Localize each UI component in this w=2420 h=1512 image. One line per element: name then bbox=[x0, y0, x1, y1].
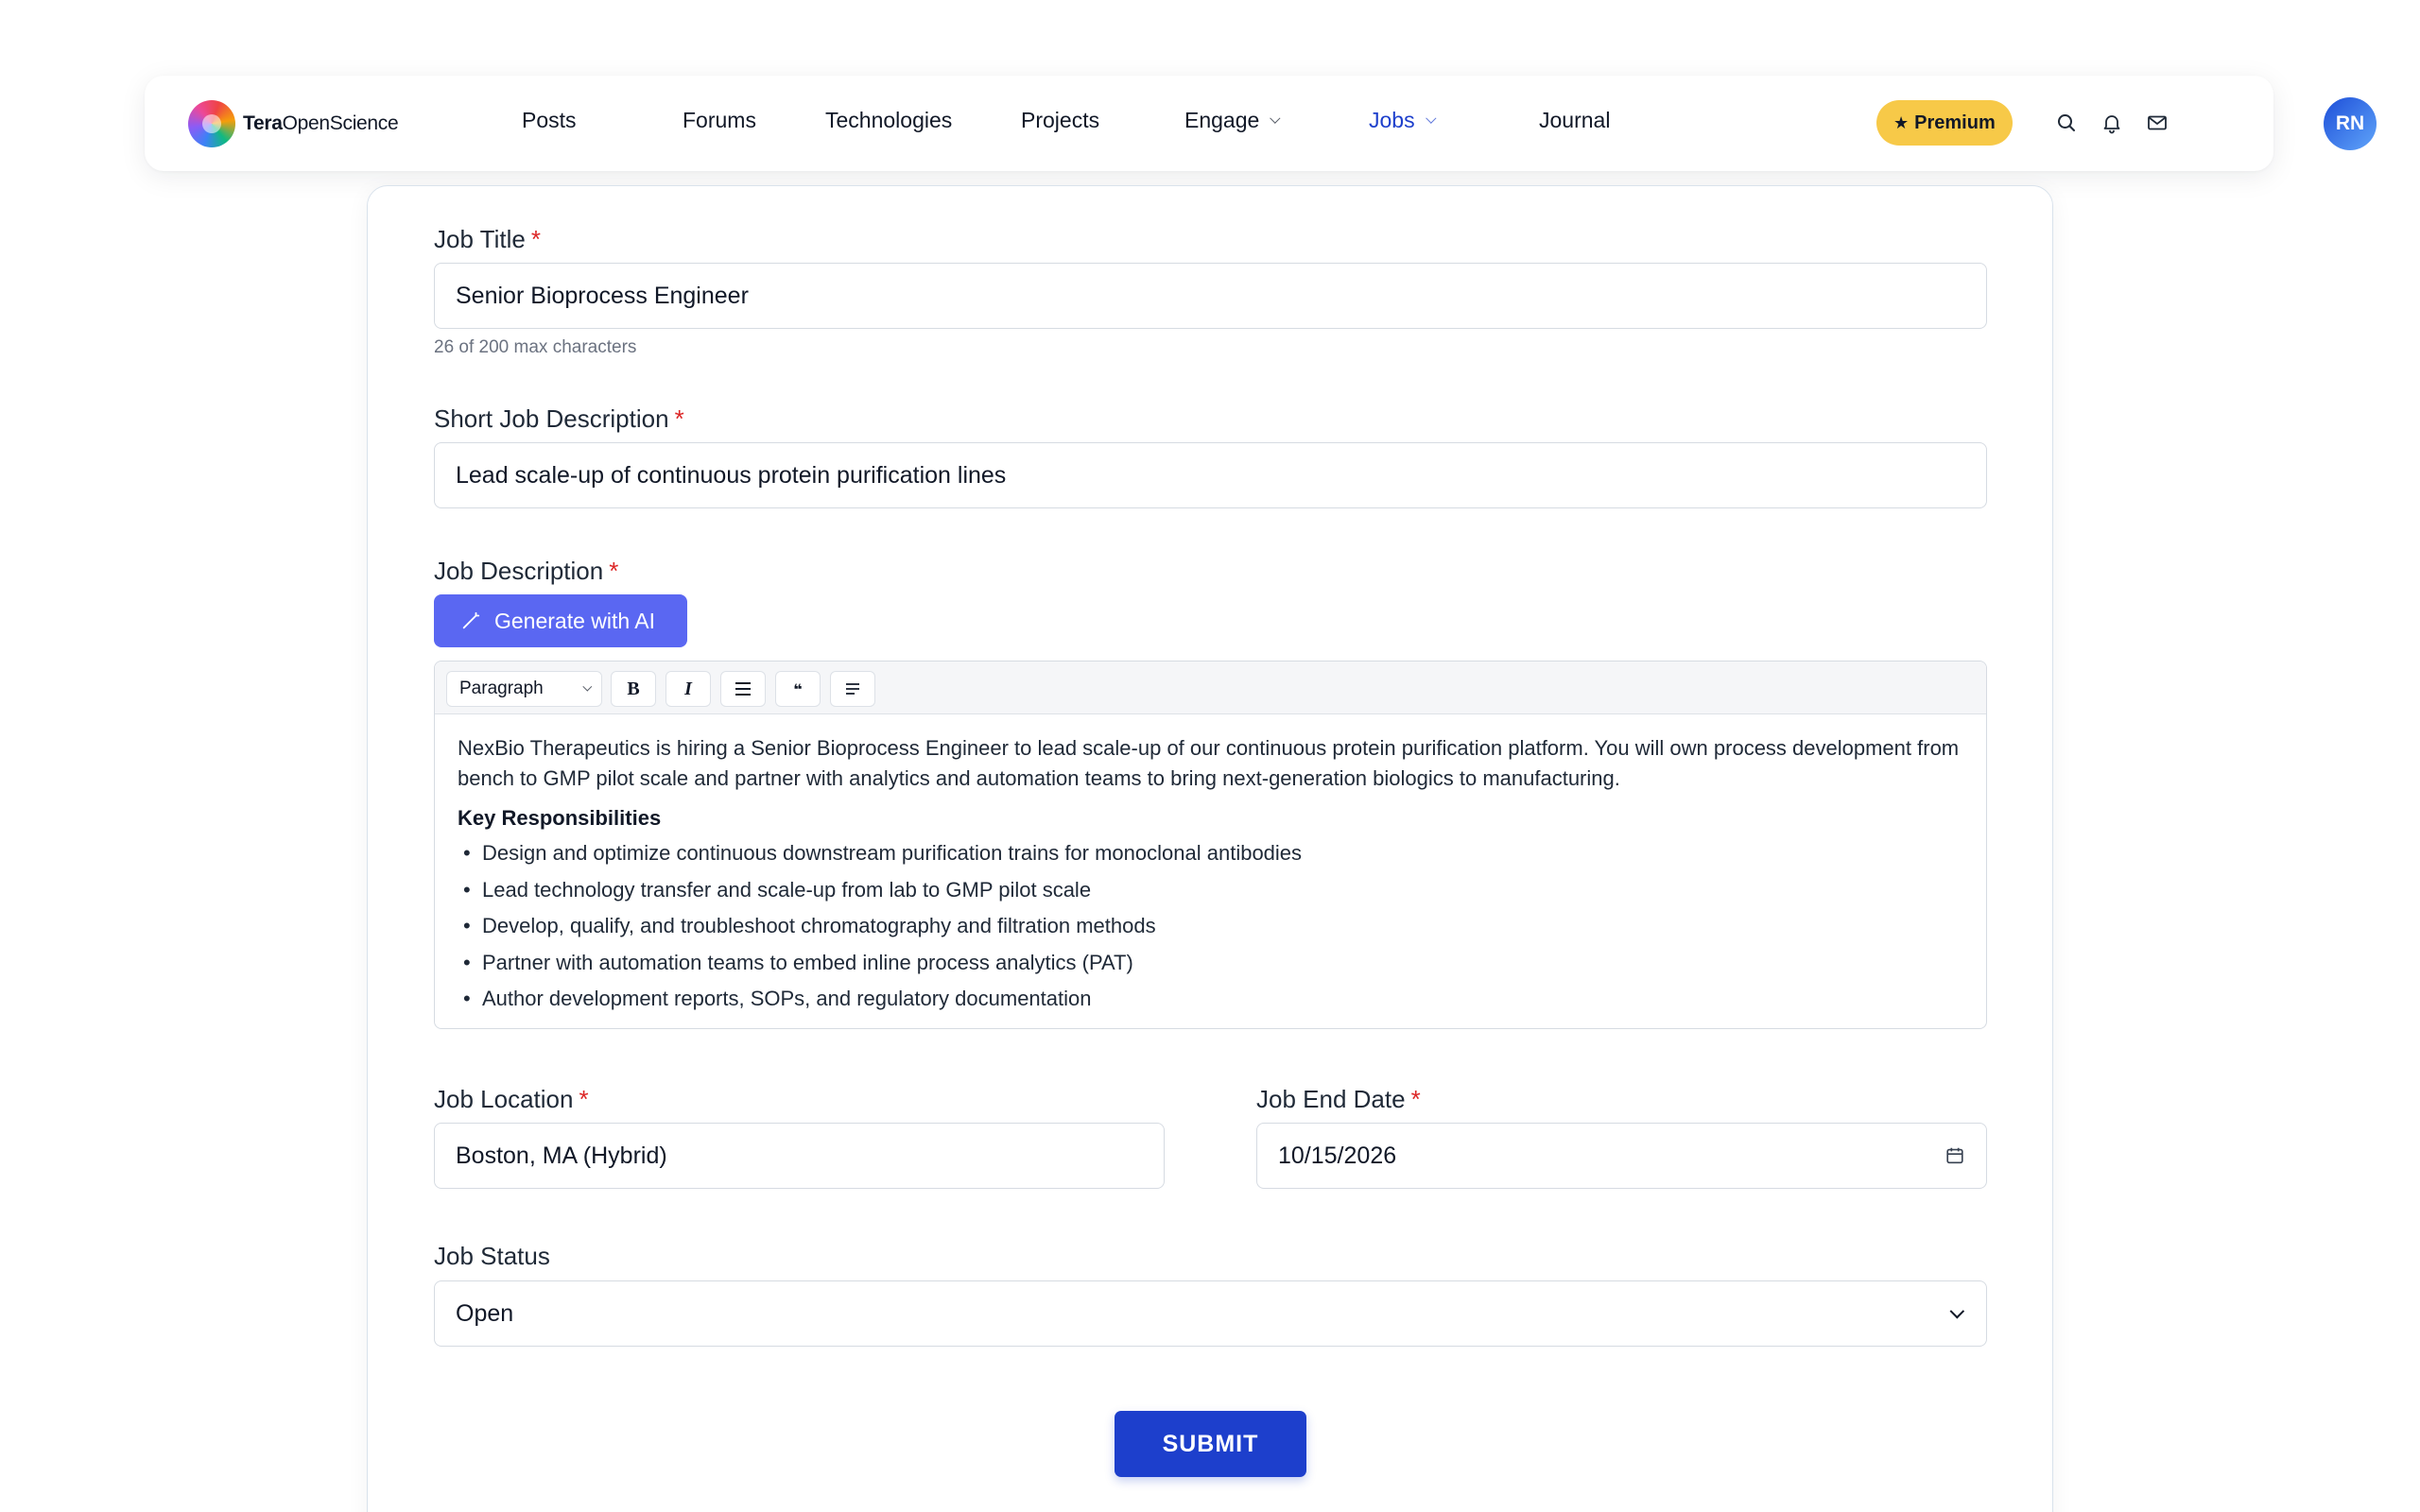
chevron-down-icon bbox=[1949, 1303, 1965, 1318]
nav-projects[interactable]: Projects bbox=[1021, 108, 1099, 133]
job-end-date-label: Job End Date * bbox=[1256, 1085, 1421, 1113]
chevron-down-icon bbox=[1425, 112, 1437, 124]
chevron-down-icon bbox=[1270, 112, 1281, 124]
mail-icon[interactable] bbox=[2142, 108, 2172, 138]
responsibilities-list: Design and optimize continuous downstrea… bbox=[458, 838, 1963, 1014]
job-status-label: Job Status bbox=[434, 1242, 550, 1270]
job-location-label: Job Location * bbox=[434, 1085, 589, 1113]
job-status-select[interactable]: Open bbox=[434, 1280, 1987, 1347]
avatar[interactable]: RN bbox=[2324, 97, 2377, 150]
nav-technologies[interactable]: Technologies bbox=[825, 108, 952, 133]
nav-jobs[interactable]: Jobs bbox=[1369, 108, 1437, 133]
list-item: Develop, qualify, and troubleshoot chrom… bbox=[458, 911, 1963, 941]
responsibilities-heading: Key Responsibilities bbox=[458, 806, 662, 830]
short-description-label: Short Job Description * bbox=[434, 404, 684, 433]
nav-posts[interactable]: Posts bbox=[522, 108, 577, 133]
premium-label: Premium bbox=[1914, 112, 1996, 133]
job-title-label: Job Title * bbox=[434, 225, 541, 253]
nav-forums[interactable]: Forums bbox=[683, 108, 756, 133]
job-title-input[interactable]: Senior Bioprocess Engineer bbox=[434, 263, 1987, 329]
premium-button[interactable]: ★ Premium bbox=[1876, 100, 2013, 146]
calendar-icon[interactable] bbox=[1945, 1145, 1965, 1166]
blockquote-button[interactable]: ❝ bbox=[775, 671, 821, 707]
rich-text-editor: Paragraph B I ❝ NexBio Therapeutics is h… bbox=[434, 661, 1987, 1029]
editor-content[interactable]: NexBio Therapeutics is hiring a Senior B… bbox=[435, 714, 1986, 1014]
job-title-char-count: 26 of 200 max characters bbox=[434, 337, 637, 357]
list-icon bbox=[735, 682, 751, 696]
list-item: Partner with automation teams to embed i… bbox=[458, 948, 1963, 978]
logo-text: TeraOpenScience bbox=[243, 112, 399, 134]
logo-icon bbox=[188, 100, 235, 147]
star-icon: ★ bbox=[1893, 112, 1910, 132]
list-item: Design and optimize continuous downstrea… bbox=[458, 838, 1963, 868]
editor-toolbar: Paragraph B I ❝ bbox=[435, 662, 1986, 714]
block-format-select[interactable]: Paragraph bbox=[446, 671, 602, 707]
italic-button[interactable]: I bbox=[666, 671, 711, 707]
generate-with-ai-button[interactable]: Generate with AI bbox=[434, 594, 687, 647]
search-icon[interactable] bbox=[2051, 108, 2082, 138]
job-location-input[interactable]: Boston, MA (Hybrid) bbox=[434, 1123, 1165, 1189]
job-description-label: Job Description * bbox=[434, 557, 619, 585]
align-left-icon bbox=[846, 683, 859, 695]
submit-button[interactable]: SUBMIT bbox=[1115, 1411, 1306, 1477]
list-item: Lead technology transfer and scale-up fr… bbox=[458, 875, 1963, 905]
bold-button[interactable]: B bbox=[611, 671, 656, 707]
chevron-down-icon bbox=[582, 681, 593, 692]
list-item: Author development reports, SOPs, and re… bbox=[458, 984, 1963, 1014]
wand-icon bbox=[460, 610, 481, 631]
description-intro: NexBio Therapeutics is hiring a Senior B… bbox=[458, 736, 1960, 790]
site-logo[interactable]: TeraOpenScience bbox=[188, 100, 399, 147]
align-left-button[interactable] bbox=[830, 671, 875, 707]
short-description-input[interactable]: Lead scale-up of continuous protein puri… bbox=[434, 442, 1987, 508]
top-navbar: TeraOpenScience Posts Forums Technologie… bbox=[145, 76, 2377, 171]
nav-engage[interactable]: Engage bbox=[1184, 108, 1281, 133]
bell-icon[interactable] bbox=[2097, 108, 2127, 138]
bulleted-list-button[interactable] bbox=[720, 671, 766, 707]
job-end-date-input[interactable]: 10/15/2026 bbox=[1256, 1123, 1987, 1189]
nav-journal[interactable]: Journal bbox=[1539, 108, 1610, 133]
